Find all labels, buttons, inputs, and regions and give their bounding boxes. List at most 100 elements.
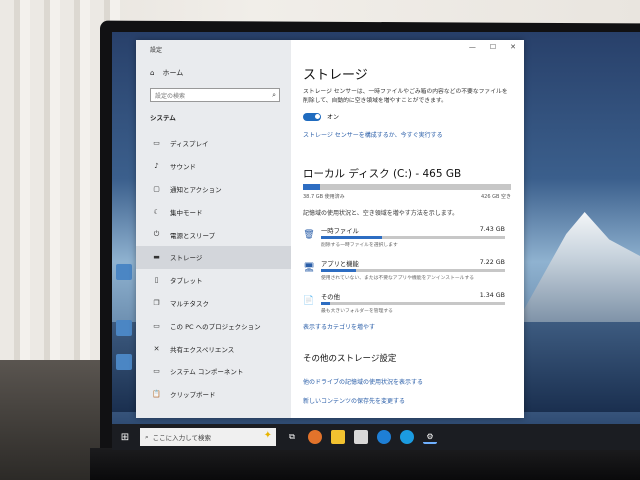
- sidebar-item-label: 通知とアクション: [170, 185, 222, 194]
- file-explorer-icon[interactable]: [331, 430, 345, 444]
- category-temp-files[interactable]: 🗑 一時ファイル 7.43 GB 削除する一時ファイルを選択します: [301, 226, 513, 256]
- folder-icon: 📄: [303, 296, 315, 306]
- settings-search-input[interactable]: 設定の検索 ⌕: [150, 88, 280, 102]
- app-icon[interactable]: [377, 430, 391, 444]
- storage-content: — ☐ ✕ ストレージ ストレージ センサーは、一時ファイルやごみ箱の内容などの…: [291, 40, 524, 418]
- sidebar-item-shared[interactable]: ✕ 共有エクスペリエンス: [136, 337, 291, 360]
- category-bar: [321, 269, 505, 272]
- apps-icon: 🖥: [303, 263, 315, 273]
- drive-title: ローカル ディスク (C:) - 465 GB: [303, 168, 462, 180]
- sidebar-item-label: システム コンポーネント: [170, 368, 244, 377]
- home-icon: ⌂: [150, 69, 155, 77]
- drive-usage-bar[interactable]: [303, 184, 511, 190]
- sidebar-item-storage[interactable]: ▬ ストレージ: [136, 245, 291, 269]
- settings-sidebar: 設定 ⌂ ホーム 設定の検索 ⌕ システム ▭ ディスプレイ ♪ サウンド ▢ 通知と…: [136, 40, 291, 418]
- sidebar-item-label: クリップボード: [170, 391, 216, 400]
- sidebar-item-multitask[interactable]: ❐ マルチタスク: [136, 292, 291, 315]
- notification-icon: ▢: [153, 184, 160, 193]
- category-description: 削除する一時ファイルを選択します: [321, 243, 398, 248]
- sidebar-item-label: サウンド: [170, 163, 196, 172]
- configure-storage-sense-link[interactable]: ストレージ センサーを構成するか、今すぐ実行する: [303, 130, 443, 139]
- category-apps[interactable]: 🖥 アプリと機能 7.22 GB 使用されていない、または不要なアプリや機能をア…: [301, 259, 513, 289]
- storage-icon: ▬: [153, 253, 160, 262]
- desktop-shortcut-icon[interactable]: [116, 354, 132, 370]
- window-controls: — ☐ ✕: [469, 43, 516, 51]
- sidebar-nav: ▭ ディスプレイ ♪ サウンド ▢ 通知とアクション ☾ 集中モード ⏻ 電源とスリープ …: [136, 132, 291, 406]
- sidebar-item-label: タブレット: [170, 277, 203, 286]
- display-icon: ▭: [153, 139, 160, 148]
- sidebar-item-notifications[interactable]: ▢ 通知とアクション: [136, 178, 291, 201]
- storage-sense-toggle-row: オン: [303, 112, 339, 121]
- other-drives-link[interactable]: 他のドライブの記憶域の使用状況を表示する: [303, 377, 423, 386]
- drive-used-label: 38.7 GB 使用済み: [303, 194, 345, 200]
- sidebar-item-power[interactable]: ⏻ 電源とスリープ: [136, 223, 291, 246]
- trash-icon: 🗑: [303, 230, 315, 240]
- edge-icon[interactable]: [400, 430, 414, 444]
- store-icon[interactable]: [354, 430, 368, 444]
- sidebar-item-label: 集中モード: [170, 208, 203, 217]
- settings-window: 設定 ⌂ ホーム 設定の検索 ⌕ システム ▭ ディスプレイ ♪ サウンド ▢ 通知と…: [136, 40, 524, 418]
- home-label: ホーム: [162, 69, 184, 77]
- sidebar-item-display[interactable]: ▭ ディスプレイ: [136, 132, 291, 155]
- category-name: アプリと機能: [321, 261, 359, 268]
- category-size: 7.22 GB: [479, 259, 505, 266]
- power-icon: ⏻: [153, 230, 160, 239]
- sidebar-item-tablet[interactable]: ▯ タブレット: [136, 269, 291, 292]
- category-name: 一時ファイル: [321, 228, 359, 235]
- sidebar-item-label: 電源とスリープ: [170, 231, 216, 240]
- category-description: 使用されていない、または不要なアプリや機能をアンインストールする: [321, 276, 475, 281]
- search-placeholder: 設定の検索: [155, 93, 186, 100]
- tablet-icon: ▯: [154, 276, 159, 285]
- minimize-button[interactable]: —: [469, 43, 476, 51]
- chrome-icon[interactable]: [308, 430, 322, 444]
- desktop-shortcut-icon[interactable]: [116, 264, 132, 280]
- close-button[interactable]: ✕: [510, 43, 516, 51]
- sidebar-item-clipboard[interactable]: 📋 クリップボード: [136, 383, 291, 406]
- category-other[interactable]: 📄 その他 1.34 GB 最も大きいフォルダーを管理する: [301, 292, 513, 322]
- search-icon: ⌕: [272, 91, 276, 99]
- section-label: システム: [150, 114, 176, 122]
- save-location-link[interactable]: 新しいコンテンツの保存先を変更する: [303, 396, 405, 405]
- search-highlight-icon: ✦: [263, 430, 272, 441]
- other-storage-settings-heading: その他のストレージ設定: [303, 354, 397, 364]
- more-categories-link[interactable]: 表示するカテゴリを増やす: [303, 322, 375, 331]
- sidebar-item-label: マルチタスク: [170, 299, 209, 308]
- sidebar-item-components[interactable]: ▭ システム コンポーネント: [136, 360, 291, 383]
- category-bar-fill: [321, 236, 382, 239]
- sidebar-item-sound[interactable]: ♪ サウンド: [136, 155, 291, 178]
- drive-usage-fill: [303, 184, 321, 190]
- window-title: 設定: [150, 47, 163, 54]
- sidebar-item-label: ディスプレイ: [170, 140, 209, 149]
- projection-icon: ▭: [153, 321, 160, 330]
- focus-icon: ☾: [153, 207, 160, 216]
- drive-free-label: 426 GB 空き: [480, 194, 511, 200]
- page-title: ストレージ: [303, 68, 368, 83]
- drive-description: 記憶域の使用状況と、空き領域を増やす方法を示します。: [303, 210, 459, 217]
- task-view-icon[interactable]: ⧉: [285, 430, 299, 444]
- wallpaper-mountain: [517, 212, 640, 322]
- maximize-button[interactable]: ☐: [490, 43, 496, 51]
- category-bar: [321, 302, 505, 305]
- multitask-icon: ❐: [153, 298, 160, 307]
- sidebar-home[interactable]: ⌂ ホーム: [150, 68, 183, 78]
- windows-start-icon[interactable]: ⊞: [116, 432, 134, 443]
- taskbar-search-placeholder: ここに入力して検索: [152, 434, 211, 442]
- category-bar: [321, 236, 505, 239]
- category-bar-fill: [321, 302, 331, 305]
- category-description: 最も大きいフォルダーを管理する: [321, 309, 393, 314]
- sidebar-item-label: 共有エクスペリエンス: [170, 345, 235, 354]
- sound-icon: ♪: [154, 162, 159, 171]
- toggle-state-label: オン: [327, 114, 340, 121]
- category-bar-fill: [321, 269, 356, 272]
- sidebar-item-focus[interactable]: ☾ 集中モード: [136, 200, 291, 223]
- category-size: 7.43 GB: [479, 226, 505, 233]
- taskbar-search-input[interactable]: ⌕ ここに入力して検索 ✦: [140, 428, 276, 446]
- storage-sense-toggle[interactable]: [303, 112, 321, 121]
- sidebar-item-projection[interactable]: ▭ この PC へのプロジェクション: [136, 314, 291, 337]
- clipboard-icon: 📋: [152, 390, 161, 399]
- settings-gear-icon[interactable]: ⚙: [423, 430, 437, 444]
- components-icon: ▭: [153, 367, 160, 376]
- desktop-shortcut-icon[interactable]: [116, 320, 132, 336]
- laptop-base: [90, 448, 640, 480]
- sidebar-item-label: この PC へのプロジェクション: [170, 322, 261, 331]
